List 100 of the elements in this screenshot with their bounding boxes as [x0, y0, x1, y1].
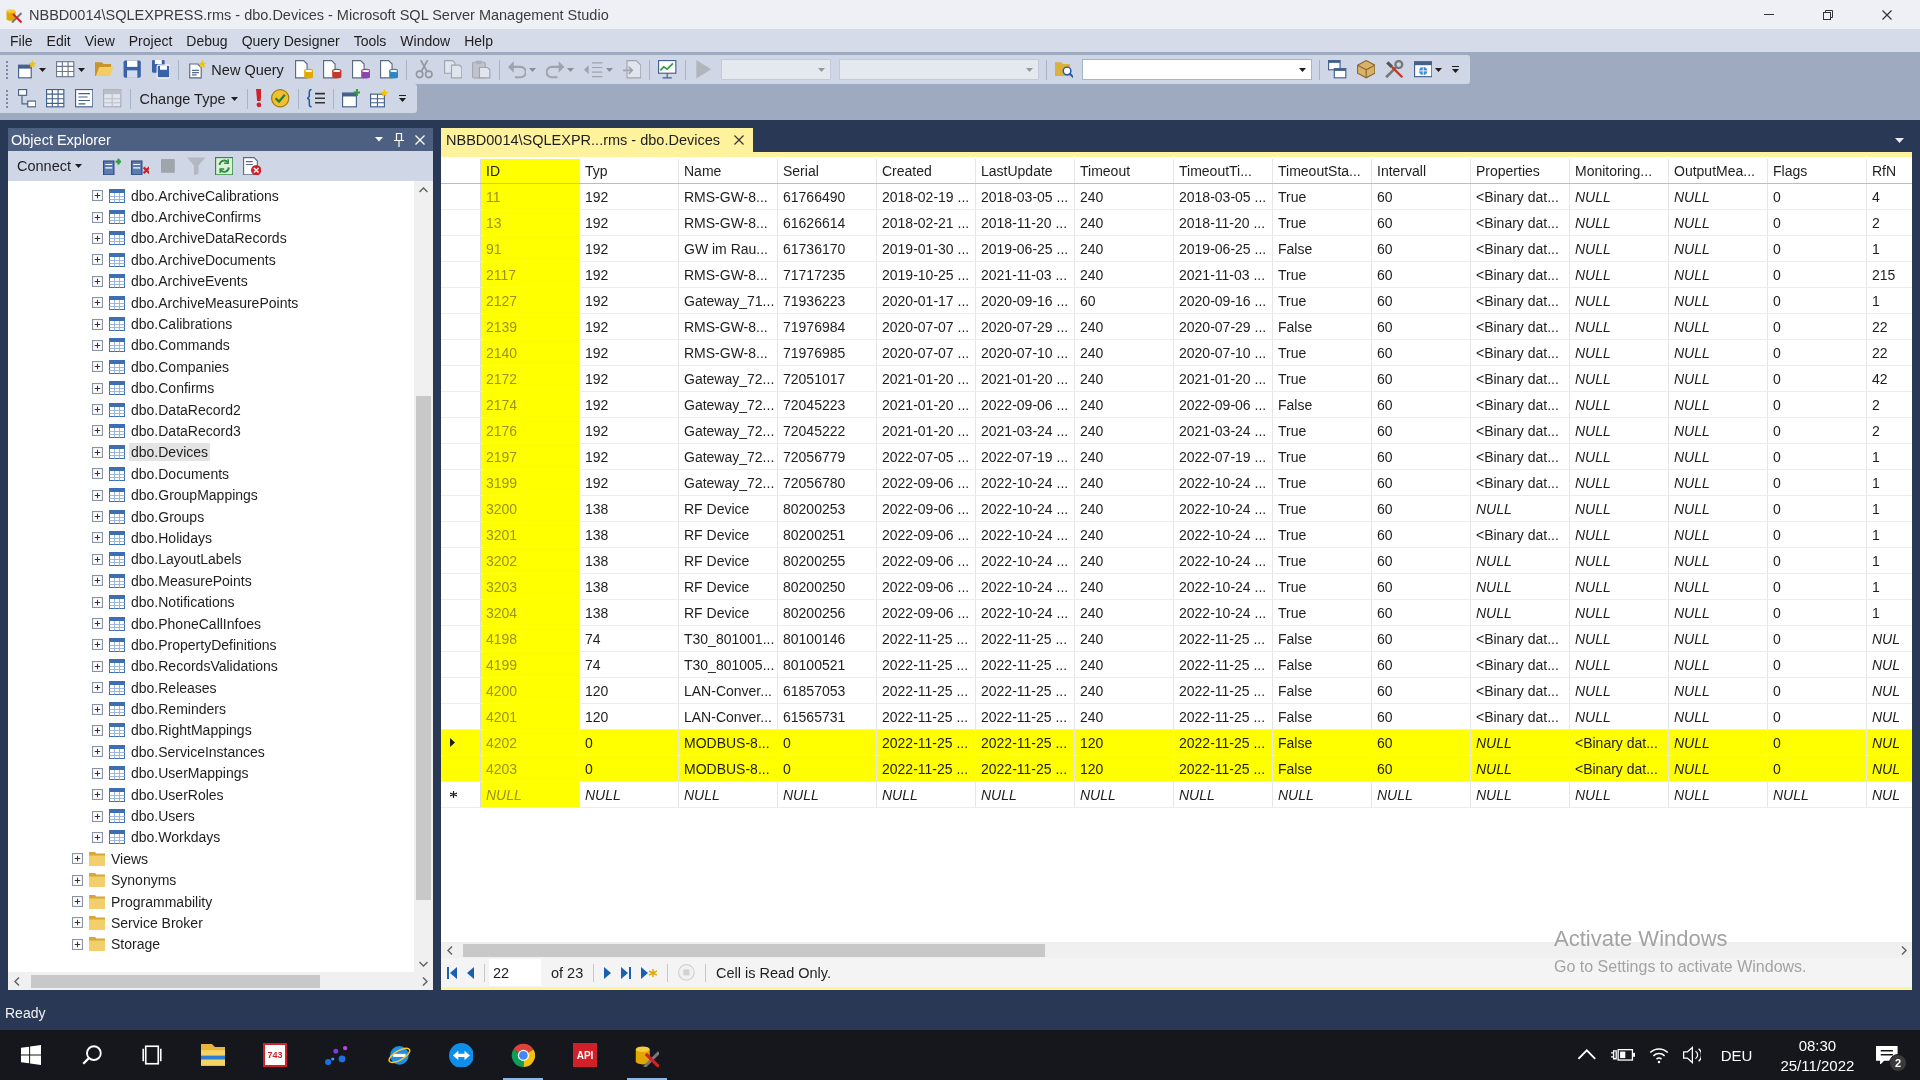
document-cross-icon[interactable] — [242, 156, 262, 176]
tree-item[interactable]: dbo.Users — [129, 807, 197, 825]
tree-item[interactable]: dbo.UserRoles — [129, 785, 226, 804]
grid-row[interactable]: 91 192 GW im Rau... 61736170 2019-01-30 ... 2019-06-25 ... 240 2019-06-25 ... False 60 <Binary dat... NULL NULL 0 1 — [441, 236, 1912, 262]
battery-plug-icon[interactable] — [1610, 1049, 1636, 1061]
column-header[interactable]: RfN — [1867, 159, 1912, 183]
grid-row[interactable]: 3204 138 RF Device 80200256 2022-09-06 ... 2022-10-24 ... 240 2022-10-24 ... True 60 NULL NULL NULL 0 1 — [441, 600, 1912, 626]
expand-icon[interactable] — [92, 682, 103, 694]
scattered-dots-icon[interactable] — [325, 1044, 349, 1066]
tree-item[interactable]: dbo.PropertyDefinitions — [129, 635, 279, 654]
scroll-up-icon[interactable] — [419, 186, 428, 193]
tree-item[interactable]: dbo.Notifications — [129, 593, 237, 612]
expand-icon[interactable] — [92, 425, 103, 437]
double-arrow-circle-icon[interactable] — [448, 1042, 474, 1068]
overflow-icon[interactable] — [1451, 66, 1459, 73]
task-view-icon[interactable] — [142, 1045, 162, 1065]
tree-item[interactable]: dbo.Devices — [129, 443, 211, 462]
grid-row[interactable]: 2117 192 RMS-GW-8... 71717235 2019-10-25 ... 2021-11-03 ... 240 2021-11-03 ... True 60 <Binary dat... NULL NULL 0 215 — [441, 262, 1912, 288]
expand-icon[interactable] — [92, 618, 103, 629]
chevron-up-icon[interactable] — [1577, 1049, 1597, 1061]
tree-item[interactable]: dbo.MeasurePoints — [129, 571, 254, 590]
grid-row[interactable]: 4198 74 T30_801001... 80100146 2022-11-25 ... 2022-11-25 ... 240 2022-11-25 ... False 60 <Binary dat... NULL NULL 0 NUL — [441, 626, 1912, 652]
speaker-icon[interactable] — [1683, 1045, 1701, 1065]
restore-icon[interactable] — [1823, 9, 1833, 20]
menu-item[interactable]: File — [3, 32, 40, 49]
expand-icon[interactable] — [72, 938, 83, 950]
tree-item[interactable]: dbo.ArchiveDocuments — [129, 250, 278, 269]
column-header[interactable]: Name — [679, 159, 778, 183]
expand-icon[interactable] — [92, 190, 103, 202]
tree-item[interactable]: dbo.ServiceInstances — [129, 742, 267, 761]
expand-icon[interactable] — [92, 553, 103, 565]
column-header[interactable]: OutputMea... — [1669, 159, 1768, 183]
expand-icon[interactable] — [92, 446, 103, 458]
expand-icon[interactable] — [92, 724, 103, 736]
app-logo[interactable]: API — [573, 1043, 597, 1067]
tree-item[interactable]: dbo.UserMappings — [129, 764, 251, 783]
connect-button[interactable]: Connect — [14, 154, 88, 178]
tree-item[interactable]: dbo.Commands — [129, 336, 232, 355]
refresh-icon[interactable] — [214, 156, 234, 176]
expand-icon[interactable] — [92, 318, 103, 330]
column-header[interactable]: Properties — [1471, 159, 1570, 183]
tree-item[interactable]: dbo.RecordsValidations — [129, 657, 280, 676]
expand-icon[interactable] — [92, 254, 103, 266]
column-header[interactable]: Flags — [1768, 159, 1867, 183]
expand-icon[interactable] — [92, 275, 103, 287]
scroll-left-icon[interactable] — [13, 976, 20, 986]
caret-icon[interactable] — [375, 137, 383, 142]
expand-icon[interactable] — [92, 489, 103, 501]
tree-item[interactable]: dbo.PhoneCallInfoes — [129, 614, 263, 633]
tree-item[interactable]: dbo.ArchiveMeasurePoints — [129, 293, 301, 312]
caret-icon[interactable] — [1895, 137, 1904, 143]
column-header[interactable]: Monitoring... — [1570, 159, 1669, 183]
grid-row[interactable]: 11 192 RMS-GW-8... 61766490 2018-02-19 ... 2018-03-05 ... 240 2018-03-05 ... True 60 <Binary dat... NULL NULL 0 4 — [441, 184, 1912, 210]
expand-icon[interactable] — [92, 575, 103, 587]
new-record-icon[interactable] — [641, 966, 658, 979]
expand-icon[interactable] — [92, 211, 103, 223]
grid-row[interactable]: 3199 192 Gateway_72... 72056780 2022-09-06 ... 2022-10-24 ... 240 2022-10-24 ... True 60 <Binary dat... NULL NULL 0 1 — [441, 470, 1912, 496]
toolbar-button[interactable]: New Query — [181, 57, 290, 82]
expand-icon[interactable] — [92, 810, 103, 822]
tree-item[interactable]: dbo.Confirms — [129, 379, 217, 398]
tree-item[interactable]: Views — [109, 849, 151, 868]
tree-item[interactable]: Synonyms — [109, 871, 179, 890]
app-logo[interactable]: 743 — [263, 1043, 287, 1067]
grid-row[interactable]: 2197 192 Gateway_72... 72056779 2022-07-05 ... 2022-07-19 ... 240 2022-07-19 ... True 60 <Binary dat... NULL NULL 0 1 — [441, 444, 1912, 470]
expand-icon[interactable] — [92, 382, 103, 394]
tree-item[interactable]: dbo.ArchiveEvents — [129, 272, 250, 291]
search-icon[interactable] — [82, 1045, 102, 1065]
scroll-down-icon[interactable] — [419, 960, 428, 967]
clock-date[interactable]: 25/11/2022 — [1780, 1056, 1855, 1074]
column-header[interactable]: TimeoutTi... — [1174, 159, 1273, 183]
menu-item[interactable]: Tools — [346, 32, 394, 49]
scroll-right-icon[interactable] — [1900, 945, 1907, 955]
close-icon[interactable] — [1882, 9, 1892, 20]
expand-icon[interactable] — [92, 361, 103, 373]
tree-item[interactable]: dbo.DataRecord2 — [129, 400, 243, 419]
tree-item[interactable]: dbo.Companies — [129, 357, 232, 376]
tree-item[interactable]: dbo.RightMappings — [129, 721, 254, 740]
browser-logo-icon[interactable] — [510, 1042, 536, 1068]
scrollbar-thumb[interactable] — [463, 943, 1045, 957]
column-header[interactable]: Intervall — [1372, 159, 1471, 183]
expand-icon[interactable] — [92, 297, 103, 309]
grid-row[interactable]: 3201 138 RF Device 80200251 2022-09-06 ... 2022-10-24 ... 240 2022-10-24 ... True 60 <Binary dat... NULL NULL 0 1 — [441, 522, 1912, 548]
next-record-icon[interactable] — [604, 966, 612, 979]
pin-icon[interactable] — [394, 132, 404, 147]
scroll-right-icon[interactable] — [421, 976, 428, 986]
tree-item[interactable]: dbo.ArchiveCalibrations — [129, 186, 281, 205]
vertical-scrollbar[interactable] — [414, 181, 433, 972]
tree-item[interactable]: dbo.Calibrations — [129, 315, 235, 334]
expand-icon[interactable] — [92, 639, 103, 651]
grid-row[interactable]: 2139 192 RMS-GW-8... 71976984 2020-07-07 ... 2020-07-29 ... 240 2020-07-29 ... False 60 <Binary dat... NULL NULL 0 22 — [441, 314, 1912, 340]
menu-item[interactable]: Debug — [179, 32, 235, 49]
grid-row[interactable]: 4203 0 MODBUS-8... 0 2022-11-25 ... 2022-11-25 ... 120 2022-11-25 ... False 60 NULL <Binary dat... NULL 0 NUL — [441, 756, 1912, 782]
grid-row[interactable]: 2172 192 Gateway_72... 72051017 2021-01-20 ... 2021-01-20 ... 240 2021-01-20 ... True 60 <Binary dat... NULL NULL 0 42 — [441, 366, 1912, 392]
column-header[interactable]: LastUpdate — [976, 159, 1075, 183]
tree-item[interactable]: dbo.Holidays — [129, 528, 214, 547]
expand-icon[interactable] — [92, 746, 103, 758]
server-plus-icon[interactable] — [102, 156, 122, 176]
expand-icon[interactable] — [92, 404, 103, 416]
column-header[interactable]: Timeout — [1075, 159, 1174, 183]
grid-row[interactable]: 4199 74 T30_801005... 80100521 2022-11-25 ... 2022-11-25 ... 240 2022-11-25 ... False 60 <Binary dat... NULL NULL 0 NUL — [441, 652, 1912, 678]
